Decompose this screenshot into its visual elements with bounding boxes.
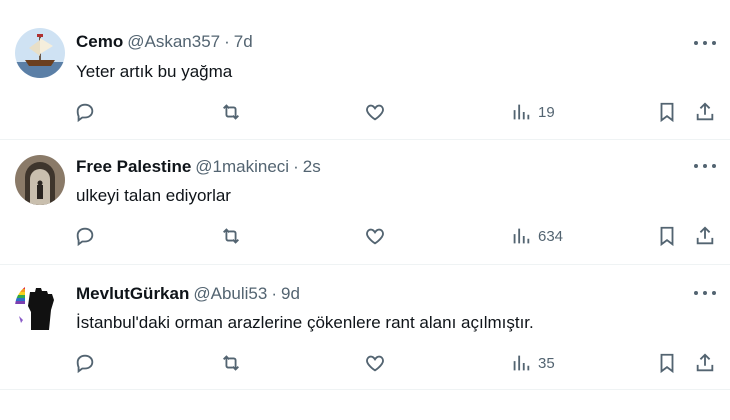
display-name[interactable]: MevlutGürkan	[76, 284, 189, 303]
tweet-item[interactable]: MevlutGürkan @Abuli53 · 9d İstanbul'daki or…	[0, 265, 730, 390]
bookmark-button[interactable]	[656, 224, 678, 248]
avatar[interactable]	[15, 28, 65, 78]
more-options-icon[interactable]	[694, 284, 716, 302]
reply-button[interactable]	[74, 351, 96, 375]
views-count: 19	[538, 103, 555, 121]
views-button[interactable]: 19	[510, 100, 555, 124]
like-button[interactable]	[364, 100, 386, 124]
retweet-icon	[223, 228, 239, 244]
bookmark-icon	[660, 226, 674, 247]
reply-button[interactable]	[74, 100, 96, 124]
analytics-icon	[513, 104, 530, 120]
reply-button[interactable]	[74, 224, 96, 248]
user-handle[interactable]: @1makineci	[195, 157, 289, 176]
tweet-item[interactable]: Cemo @Askan357 · 7d Yeter artık bu yağma 19	[0, 0, 730, 140]
archway-icon	[15, 155, 65, 205]
tweet-header: Free Palestine @1makineci · 2s	[76, 157, 321, 177]
timestamp[interactable]: 9d	[281, 284, 300, 303]
retweet-icon	[223, 355, 239, 371]
retweet-button[interactable]	[220, 351, 242, 375]
heart-icon	[366, 104, 384, 121]
retweet-button[interactable]	[220, 100, 242, 124]
views-button[interactable]: 634	[510, 224, 563, 248]
share-icon	[696, 226, 714, 245]
share-button[interactable]	[694, 100, 716, 124]
separator: ·	[271, 284, 277, 303]
tweet-actions: 634	[0, 224, 730, 248]
views-count: 634	[538, 227, 564, 245]
bookmark-icon	[660, 353, 674, 374]
reply-icon	[76, 354, 94, 374]
tweet-text: İstanbul'daki orman arazlerine çökenlere…	[76, 313, 534, 332]
more-options-icon[interactable]	[694, 157, 716, 175]
views-button[interactable]: 35	[510, 351, 555, 375]
bookmark-button[interactable]	[656, 351, 678, 375]
bookmark-icon	[660, 102, 674, 123]
user-handle[interactable]: @Askan357	[127, 32, 220, 51]
tweet-text: ulkeyi talan ediyorlar	[76, 186, 231, 205]
separator: ·	[293, 157, 299, 176]
timestamp[interactable]: 2s	[303, 157, 321, 176]
user-handle[interactable]: @Abuli53	[193, 284, 267, 303]
tweet-item[interactable]: Free Palestine @1makineci · 2s ulkeyi talan…	[0, 140, 730, 265]
reply-icon	[76, 227, 94, 247]
raised-fist-icon	[15, 282, 65, 332]
like-button[interactable]	[364, 351, 386, 375]
timestamp[interactable]: 7d	[234, 32, 253, 51]
ship-icon	[15, 28, 65, 78]
analytics-icon	[513, 355, 530, 371]
reply-icon	[76, 103, 94, 123]
avatar[interactable]	[15, 282, 65, 332]
heart-icon	[366, 228, 384, 245]
share-icon	[696, 353, 714, 372]
bookmark-button[interactable]	[656, 100, 678, 124]
tweet-header: MevlutGürkan @Abuli53 · 9d	[76, 284, 300, 304]
tweet-actions: 35	[0, 351, 730, 375]
like-button[interactable]	[364, 224, 386, 248]
separator: ·	[224, 32, 230, 51]
more-options-icon[interactable]	[694, 34, 716, 52]
analytics-icon	[513, 228, 530, 244]
views-count: 35	[538, 354, 555, 372]
tweet-actions: 19	[0, 100, 730, 124]
retweet-icon	[223, 104, 239, 120]
share-icon	[696, 102, 714, 121]
display-name[interactable]: Cemo	[76, 32, 123, 51]
share-button[interactable]	[694, 351, 716, 375]
display-name[interactable]: Free Palestine	[76, 157, 191, 176]
tweet-feed: Cemo @Askan357 · 7d Yeter artık bu yağma 19	[0, 0, 730, 420]
heart-icon	[366, 355, 384, 372]
tweet-header: Cemo @Askan357 · 7d	[76, 32, 253, 52]
retweet-button[interactable]	[220, 224, 242, 248]
avatar[interactable]	[15, 155, 65, 205]
tweet-text: Yeter artık bu yağma	[76, 62, 233, 81]
share-button[interactable]	[694, 224, 716, 248]
